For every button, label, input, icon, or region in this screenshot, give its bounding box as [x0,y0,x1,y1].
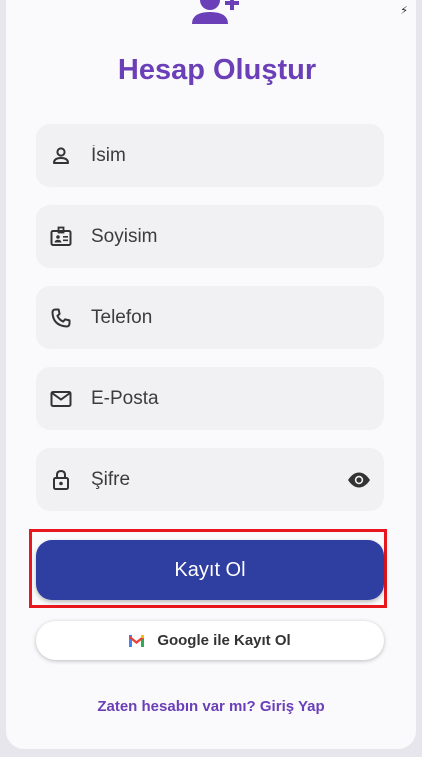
email-field[interactable] [36,367,384,430]
phone-field[interactable] [36,286,384,349]
password-field[interactable] [36,448,384,511]
google-register-button[interactable]: Google ile Kayıt Ol [36,621,384,660]
bolt-icon: ⚡ [400,5,408,17]
phone-input[interactable] [91,286,331,349]
name-input[interactable] [91,124,331,187]
page-title: Hesap Oluştur [117,54,317,86]
badge-icon [50,226,72,246]
login-link[interactable]: Zaten hesabın var mı? Giriş Yap [0,698,422,715]
gmail-icon [129,634,145,647]
google-register-label: Google ile Kayıt Ol [157,632,291,649]
email-input[interactable] [91,367,331,430]
name-field[interactable] [36,124,384,187]
phone-icon [51,308,71,328]
person-add-icon [192,0,239,24]
mail-icon [50,391,72,407]
surname-field[interactable] [36,205,384,268]
person-icon [53,147,69,164]
surname-input[interactable] [91,205,331,268]
password-input[interactable] [91,448,331,511]
register-button[interactable]: Kayıt Ol [36,540,384,600]
visibility-icon[interactable] [347,468,371,492]
lock-icon [53,469,69,490]
